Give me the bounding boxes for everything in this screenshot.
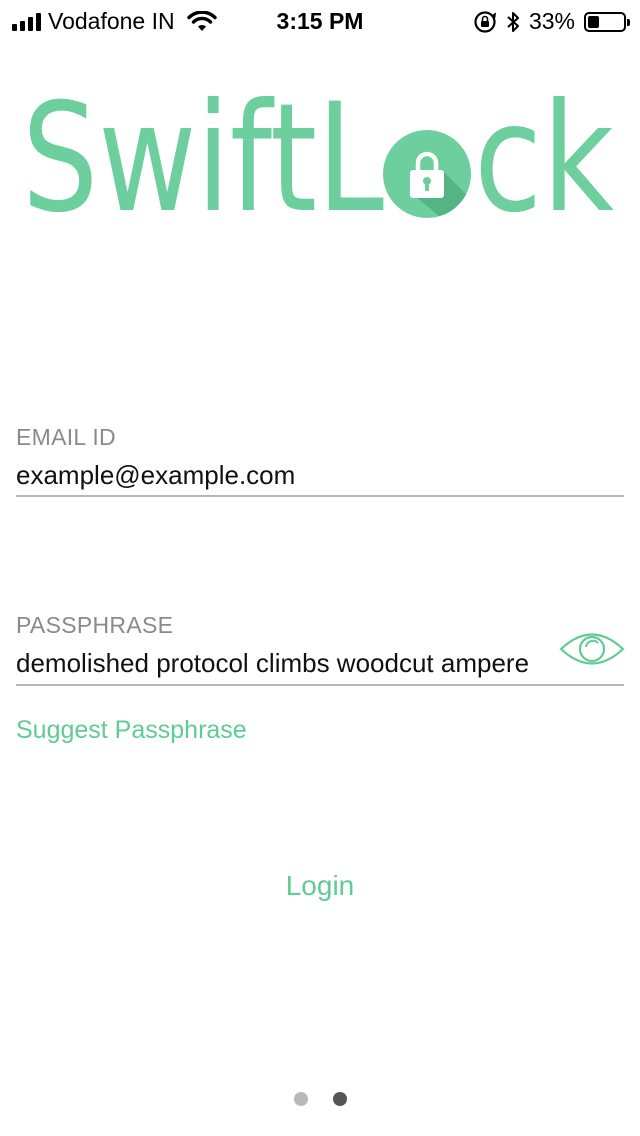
swiftlock-logo: SwiftL ck <box>22 92 614 227</box>
passphrase-underline <box>16 684 624 686</box>
logo-text-left: SwiftL <box>22 92 384 227</box>
status-right: 33% <box>473 8 630 35</box>
page-dot-1[interactable] <box>293 1092 308 1106</box>
battery-percent: 33% <box>528 8 575 34</box>
battery-fill <box>588 15 600 28</box>
passphrase-label: PASSPHRASE <box>16 612 174 638</box>
email-field[interactable] <box>16 458 616 492</box>
bluetooth-icon <box>507 11 519 32</box>
eye-icon[interactable] <box>558 626 626 672</box>
logo-text-right: ck <box>474 92 614 227</box>
login-button[interactable]: Login <box>220 865 420 907</box>
battery-icon <box>584 11 630 32</box>
suggest-passphrase-link[interactable]: Suggest Passphrase <box>16 716 247 745</box>
email-underline <box>16 495 624 497</box>
passphrase-field[interactable] <box>16 646 596 680</box>
page-dot-2[interactable] <box>332 1092 347 1106</box>
rotation-lock-icon <box>474 10 496 33</box>
email-label: EMAIL ID <box>16 424 116 450</box>
page-indicator <box>0 1092 640 1106</box>
status-bar: Vodafone IN 3:15 PM 33% <box>0 0 640 40</box>
